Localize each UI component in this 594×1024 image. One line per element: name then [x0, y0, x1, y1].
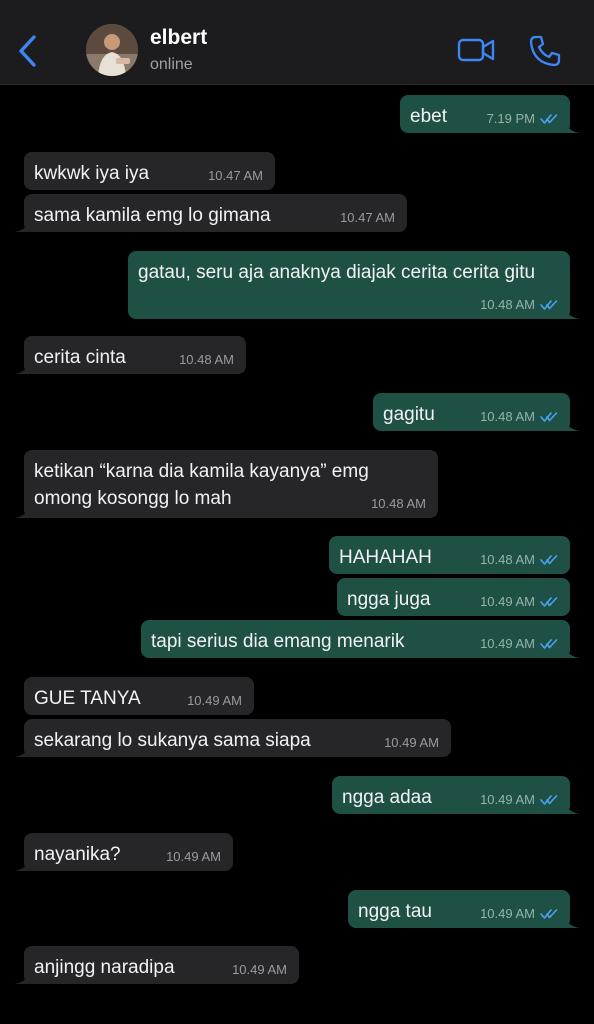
message-meta: 10.49 AM [232, 962, 287, 977]
message-time: 10.48 AM [179, 352, 234, 367]
message-time: 10.49 AM [480, 792, 535, 807]
read-ticks-icon [540, 113, 558, 124]
chevron-left-icon[interactable] [14, 33, 44, 69]
message-meta: 10.49 AM [480, 792, 558, 807]
message-text: sekarang lo sukanya sama siapa [34, 730, 311, 751]
message-text: ngga tau [358, 901, 432, 922]
outgoing-message-bubble[interactable]: HAHAHAH 10.48 AM [329, 536, 570, 574]
message-meta: 10.48 AM [179, 352, 234, 367]
bubble-tail [564, 305, 580, 319]
message-meta: 10.48 AM [480, 409, 558, 424]
video-camera-icon[interactable] [456, 36, 496, 64]
bubble-tail [564, 644, 580, 658]
incoming-message-bubble[interactable]: sekarang lo sukanya sama siapa 10.49 AM [14, 719, 451, 757]
read-ticks-icon [540, 299, 558, 310]
read-ticks-icon [540, 638, 558, 649]
message-text: nayanika? [34, 844, 121, 865]
message-time: 10.49 AM [480, 636, 535, 651]
message-time: 10.49 AM [187, 693, 242, 708]
bubble-tail [14, 360, 30, 374]
bubble-tail [14, 970, 30, 984]
read-ticks-icon [540, 908, 558, 919]
outgoing-message-bubble[interactable]: ngga juga 10.49 AM [337, 578, 570, 616]
message-time: 10.49 AM [480, 906, 535, 921]
message-meta: 10.47 AM [208, 168, 263, 183]
incoming-message-bubble[interactable]: nayanika? 10.49 AM [14, 833, 233, 871]
outgoing-message-bubble[interactable]: ngga adaa 10.49 AM [332, 776, 580, 814]
message-time: 7.19 PM [486, 111, 535, 126]
bubble-tail [14, 218, 30, 232]
contact-name[interactable]: elbert [150, 26, 207, 50]
message-meta: 10.49 AM [187, 693, 242, 708]
outgoing-message-bubble[interactable]: gatau, seru aja anaknya diajak cerita ce… [128, 251, 580, 319]
outgoing-message-bubble[interactable]: gagitu 10.48 AM [373, 393, 580, 431]
read-ticks-icon [540, 554, 558, 565]
message-time: 10.48 AM [371, 496, 426, 511]
message-text: tapi serius dia emang menarik [151, 631, 405, 652]
message-meta: 7.19 PM [487, 111, 558, 126]
chat-header: elbert online [0, 0, 594, 85]
read-ticks-icon [540, 794, 558, 805]
message-text: ketikan “karna dia kamila kayanya” emg o… [34, 461, 369, 509]
read-ticks-icon [540, 411, 558, 422]
bubble-tail [564, 800, 580, 814]
message-text: sama kamila emg lo gimana [34, 205, 271, 226]
bubble-tail [564, 119, 580, 133]
bubble-tail [564, 417, 580, 431]
message-time: 10.47 AM [208, 168, 263, 183]
message-meta: 10.49 AM [480, 906, 558, 921]
message-text: HAHAHAH [339, 547, 432, 568]
message-time: 10.48 AM [480, 297, 535, 312]
outgoing-message-bubble[interactable]: tapi serius dia emang menarik 10.49 AM [141, 620, 580, 658]
message-text: gagitu [383, 404, 435, 425]
bubble-tail [14, 743, 30, 757]
message-text: GUE TANYA [34, 688, 141, 709]
message-meta: 10.48 AM [371, 496, 426, 511]
message-meta: 10.47 AM [340, 210, 395, 225]
message-meta: 10.49 AM [166, 849, 221, 864]
bubble-tail [564, 914, 580, 928]
message-time: 10.48 AM [480, 409, 535, 424]
message-time: 10.49 AM [166, 849, 221, 864]
incoming-message-bubble[interactable]: ketikan “karna dia kamila kayanya” emg o… [14, 450, 438, 518]
bubble-tail [14, 504, 30, 518]
incoming-message-bubble[interactable]: cerita cinta 10.48 AM [14, 336, 246, 374]
message-text: cerita cinta [34, 347, 126, 368]
incoming-message-bubble[interactable]: sama kamila emg lo gimana 10.47 AM [14, 194, 407, 232]
message-time: 10.49 AM [480, 594, 535, 609]
message-meta: 10.48 AM [480, 297, 558, 312]
bubble-tail [14, 857, 30, 871]
message-time: 10.48 AM [480, 552, 535, 567]
message-meta: 10.49 AM [480, 594, 558, 609]
message-meta: 10.48 AM [480, 552, 558, 567]
message-text: ngga juga [347, 589, 431, 610]
message-meta: 10.49 AM [480, 636, 558, 651]
message-text: kwkwk iya iya [34, 163, 150, 184]
message-time: 10.49 AM [384, 735, 439, 750]
phone-icon[interactable] [528, 34, 562, 68]
message-text: anjingg naradipa [34, 957, 175, 978]
contact-status: online [150, 56, 193, 73]
message-time: 10.47 AM [340, 210, 395, 225]
incoming-message-bubble[interactable]: anjingg naradipa 10.49 AM [14, 946, 299, 984]
message-text: ngga adaa [342, 787, 432, 808]
avatar[interactable] [86, 24, 138, 76]
read-ticks-icon [540, 596, 558, 607]
message-text: gatau, seru aja anaknya diajak cerita ce… [138, 262, 536, 283]
outgoing-message-bubble[interactable]: ngga tau 10.49 AM [348, 890, 580, 928]
incoming-message-bubble[interactable]: kwkwk iya iya 10.47 AM [24, 152, 275, 190]
message-time: 10.49 AM [232, 962, 287, 977]
incoming-message-bubble[interactable]: GUE TANYA 10.49 AM [24, 677, 254, 715]
message-meta: 10.49 AM [384, 735, 439, 750]
outgoing-message-bubble[interactable]: ebet 7.19 PM [400, 95, 580, 133]
message-text: ebet [410, 106, 447, 127]
